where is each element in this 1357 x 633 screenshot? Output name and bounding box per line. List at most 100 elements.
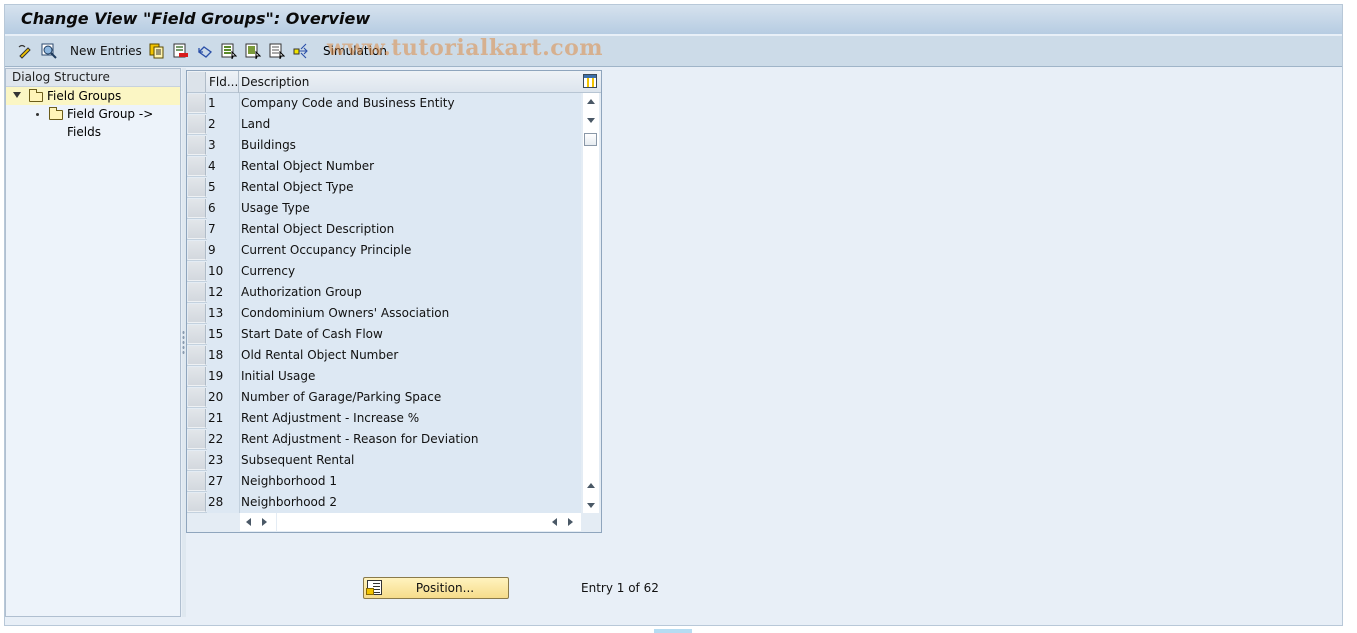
table-settings-icon[interactable]	[583, 74, 597, 88]
row-select-button[interactable]	[188, 367, 206, 386]
table-row[interactable]: 27 Neighborhood 1	[187, 471, 581, 492]
scroll-right-icon[interactable]	[262, 518, 267, 526]
horizontal-scrollbar-fld[interactable]	[240, 513, 276, 531]
table-row[interactable]: 18 Old Rental Object Number	[187, 345, 581, 366]
splitter-grip-icon[interactable]	[182, 330, 185, 356]
cell-fld: 28	[207, 492, 240, 513]
row-select-button[interactable]	[188, 325, 206, 344]
row-select-button[interactable]	[188, 451, 206, 470]
select-all-button[interactable]	[221, 42, 238, 60]
table-row[interactable]: 23 Subsequent Rental	[187, 450, 581, 471]
copy-as-button[interactable]	[149, 42, 165, 60]
undo-change-button[interactable]	[197, 42, 213, 60]
magnifier-details-icon	[41, 43, 57, 59]
row-select-button[interactable]	[188, 241, 206, 260]
table-row[interactable]: 20 Number of Garage/Parking Space	[187, 387, 581, 408]
row-select-button[interactable]	[188, 136, 206, 155]
pencil-glasses-icon	[17, 43, 33, 59]
cell-description: Start Date of Cash Flow	[240, 324, 581, 345]
row-select-button[interactable]	[188, 178, 206, 197]
cell-description: Currency	[240, 261, 581, 282]
table-row[interactable]: 10 Currency	[187, 261, 581, 282]
table-row[interactable]: 22 Rent Adjustment - Reason for Deviation	[187, 429, 581, 450]
table-row[interactable]: 6 Usage Type	[187, 198, 581, 219]
cell-fld: 18	[207, 345, 240, 366]
position-button-label: Position...	[415, 581, 475, 595]
change-display-button[interactable]	[17, 42, 33, 60]
row-select-button[interactable]	[188, 346, 206, 365]
horizontal-scrollbar-track[interactable]	[276, 513, 546, 531]
table-row[interactable]: 1 Company Code and Business Entity	[187, 93, 581, 114]
row-select-button[interactable]	[188, 283, 206, 302]
deselect-all-icon	[269, 43, 286, 60]
scroll-left-icon[interactable]	[552, 518, 557, 526]
delete-button[interactable]	[173, 42, 189, 60]
dialog-structure-header: Dialog Structure	[6, 69, 180, 87]
simulation-button[interactable]: Simulation	[293, 42, 387, 60]
row-select-button[interactable]	[188, 430, 206, 449]
row-select-button[interactable]	[188, 262, 206, 281]
cell-description: Current Occupancy Principle	[240, 240, 581, 261]
tree-node-field-group-fields[interactable]: Field Group -> Fields	[6, 105, 180, 139]
table-row[interactable]: 28 Neighborhood 2	[187, 492, 581, 513]
table-row[interactable]: 21 Rent Adjustment - Increase %	[187, 408, 581, 429]
details-button[interactable]	[41, 42, 57, 60]
new-entries-label: New Entries	[70, 44, 142, 58]
table-row[interactable]: 19 Initial Usage	[187, 366, 581, 387]
scroll-thumb[interactable]	[584, 133, 597, 146]
tree-node-label: Field Groups	[47, 89, 122, 103]
vertical-scrollbar[interactable]	[583, 93, 599, 513]
table-row[interactable]: 7 Rental Object Description	[187, 219, 581, 240]
deselect-all-button[interactable]	[269, 42, 286, 60]
page-down-icon[interactable]	[587, 503, 595, 508]
row-select-button[interactable]	[188, 409, 206, 428]
column-header-description[interactable]: Description	[240, 71, 309, 93]
select-block-button[interactable]	[245, 42, 262, 60]
table-row[interactable]: 5 Rental Object Type	[187, 177, 581, 198]
cell-description: Neighborhood 1	[240, 471, 581, 492]
page-title: Change View "Field Groups": Overview	[21, 9, 371, 28]
expand-triangle-icon[interactable]	[13, 92, 21, 98]
delete-row-icon	[173, 43, 189, 59]
cell-fld: 15	[207, 324, 240, 345]
select-all-rows-button[interactable]	[188, 72, 206, 92]
title-bar: Change View "Field Groups": Overview	[5, 5, 1342, 35]
table-row[interactable]: 3 Buildings	[187, 135, 581, 156]
scroll-down-icon[interactable]	[587, 118, 595, 123]
row-select-button[interactable]	[188, 94, 206, 113]
page-up-icon[interactable]	[587, 483, 595, 488]
horizontal-scrollbar-desc[interactable]	[546, 513, 581, 531]
cell-fld: 1	[207, 93, 240, 114]
row-select-button[interactable]	[188, 304, 206, 323]
row-select-button[interactable]	[188, 157, 206, 176]
row-select-button[interactable]	[188, 220, 206, 239]
scroll-up-icon[interactable]	[587, 99, 595, 104]
folder-icon	[49, 107, 63, 120]
cell-description: Rental Object Description	[240, 219, 581, 240]
row-select-button[interactable]	[188, 493, 206, 512]
table-row[interactable]: 4 Rental Object Number	[187, 156, 581, 177]
undo-icon	[197, 43, 213, 59]
table-row[interactable]: 2 Land	[187, 114, 581, 135]
row-select-button[interactable]	[188, 115, 206, 134]
row-select-button[interactable]	[188, 199, 206, 218]
table-row[interactable]: 9 Current Occupancy Principle	[187, 240, 581, 261]
cell-fld: 9	[207, 240, 240, 261]
cell-fld: 3	[207, 135, 240, 156]
entry-counter: Entry 1 of 62	[581, 581, 659, 595]
cell-description: Rental Object Type	[240, 177, 581, 198]
row-select-button[interactable]	[188, 388, 206, 407]
row-select-button[interactable]	[188, 472, 206, 491]
tree-node-field-groups[interactable]: Field Groups	[6, 87, 180, 105]
scroll-left-icon[interactable]	[246, 518, 251, 526]
new-entries-button[interactable]: New Entries	[70, 42, 142, 60]
cell-description: Old Rental Object Number	[240, 345, 581, 366]
cell-fld: 13	[207, 303, 240, 324]
table-row[interactable]: 13 Condominium Owners' Association	[187, 303, 581, 324]
column-header-fld[interactable]: Fld...	[207, 71, 239, 93]
position-button[interactable]: Position...	[363, 577, 509, 599]
scroll-right-icon[interactable]	[568, 518, 573, 526]
table-row[interactable]: 12 Authorization Group	[187, 282, 581, 303]
cell-fld: 2	[207, 114, 240, 135]
table-row[interactable]: 15 Start Date of Cash Flow	[187, 324, 581, 345]
